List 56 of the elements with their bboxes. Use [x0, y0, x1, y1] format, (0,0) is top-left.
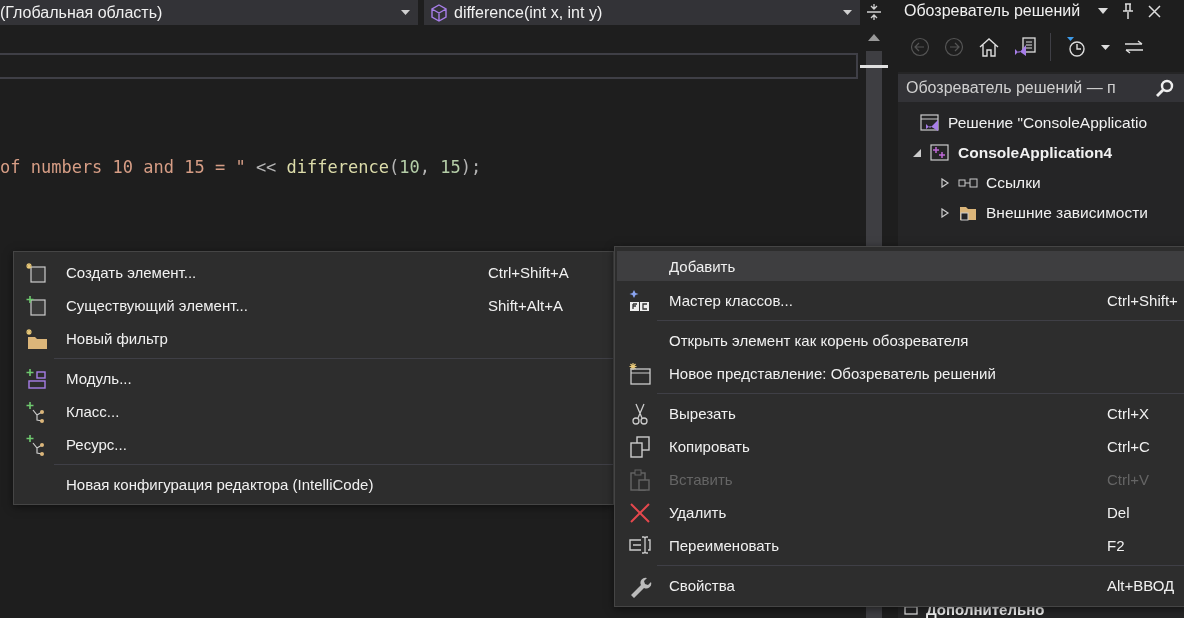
tree-item[interactable]: Внешние зависимости: [898, 198, 1184, 228]
menu-item[interactable]: Вырезать Ctrl+X: [617, 397, 1184, 430]
folder-icon: [958, 204, 978, 222]
caret-icon: [843, 10, 852, 15]
module-icon: [25, 367, 49, 390]
menu-item[interactable]: Переименовать F2: [617, 529, 1184, 562]
search-field[interactable]: Обозреватель решений — п: [898, 74, 1184, 102]
member-dropdown[interactable]: difference(int x, int y): [424, 0, 860, 25]
home-icon[interactable]: [978, 37, 1000, 57]
section-title: Дополнительно: [926, 600, 1045, 618]
menu-item[interactable]: Новый фильтр: [14, 322, 613, 355]
tree-item[interactable]: Ссылки: [898, 168, 1184, 198]
caret-icon[interactable]: [1101, 44, 1110, 50]
menu-item[interactable]: Класс...: [14, 395, 613, 428]
new-folder-icon: [25, 327, 49, 350]
tree-item[interactable]: ConsoleApplication4: [898, 138, 1184, 168]
close-icon[interactable]: [1148, 4, 1162, 18]
project-icon: [930, 144, 950, 162]
panel-title: Обозреватель решений: [904, 2, 1081, 20]
copy-icon: [628, 434, 652, 459]
expander-icon[interactable]: [912, 148, 922, 158]
menu-item[interactable]: Ресурс...: [14, 428, 613, 461]
references-icon: [958, 177, 978, 189]
caret-icon[interactable]: [1098, 8, 1109, 14]
sync-icon[interactable]: [1124, 40, 1144, 54]
cube-icon: [430, 3, 448, 22]
menu-item[interactable]: Добавить: [617, 251, 1184, 281]
caret-icon: [401, 10, 410, 15]
class-wizard-icon: [628, 288, 652, 313]
new-window-icon: [628, 361, 652, 386]
pin-icon[interactable]: [1122, 3, 1135, 19]
menu-item[interactable]: Открыть элемент как корень обозревателя: [617, 324, 1184, 357]
search-icon: [1156, 79, 1174, 97]
menu-item[interactable]: Удалить Del: [617, 496, 1184, 529]
menu-item[interactable]: Копировать Ctrl+C: [617, 430, 1184, 463]
code-line: of numbers 10 and 15 = " << difference(10, 15);: [0, 157, 483, 177]
add-item-icon: [25, 294, 49, 317]
scroll-up-icon[interactable]: [868, 34, 880, 41]
menu-item[interactable]: Новая конфигурация редактора (IntelliCode): [14, 468, 613, 501]
tree-item[interactable]: Решение "ConsoleApplicatio: [898, 108, 1184, 138]
new-item-icon: [25, 261, 49, 284]
menu-item[interactable]: Мастер классов... Ctrl+Shift+: [617, 284, 1184, 317]
clipboard-icon: [628, 467, 652, 492]
switch-view-icon[interactable]: [1014, 36, 1036, 58]
menu-item[interactable]: Свойства Alt+ВВОД: [617, 569, 1184, 602]
menu-item[interactable]: Создать элемент... Ctrl+Shift+A: [14, 256, 613, 289]
expander-icon[interactable]: [940, 178, 950, 188]
menu-item[interactable]: Существующий элемент... Shift+Alt+A: [14, 289, 613, 322]
split-icon[interactable]: [866, 3, 882, 21]
solution-icon: [920, 114, 940, 132]
expander-icon[interactable]: [940, 208, 950, 218]
history-filter-icon[interactable]: [1065, 36, 1087, 58]
delete-icon: [628, 500, 652, 525]
scope-dropdown[interactable]: (Глобальная область): [0, 0, 418, 25]
menu-item[interactable]: Модуль...: [14, 362, 613, 395]
menu-item[interactable]: Новое представление: Обозреватель решений: [617, 357, 1184, 390]
